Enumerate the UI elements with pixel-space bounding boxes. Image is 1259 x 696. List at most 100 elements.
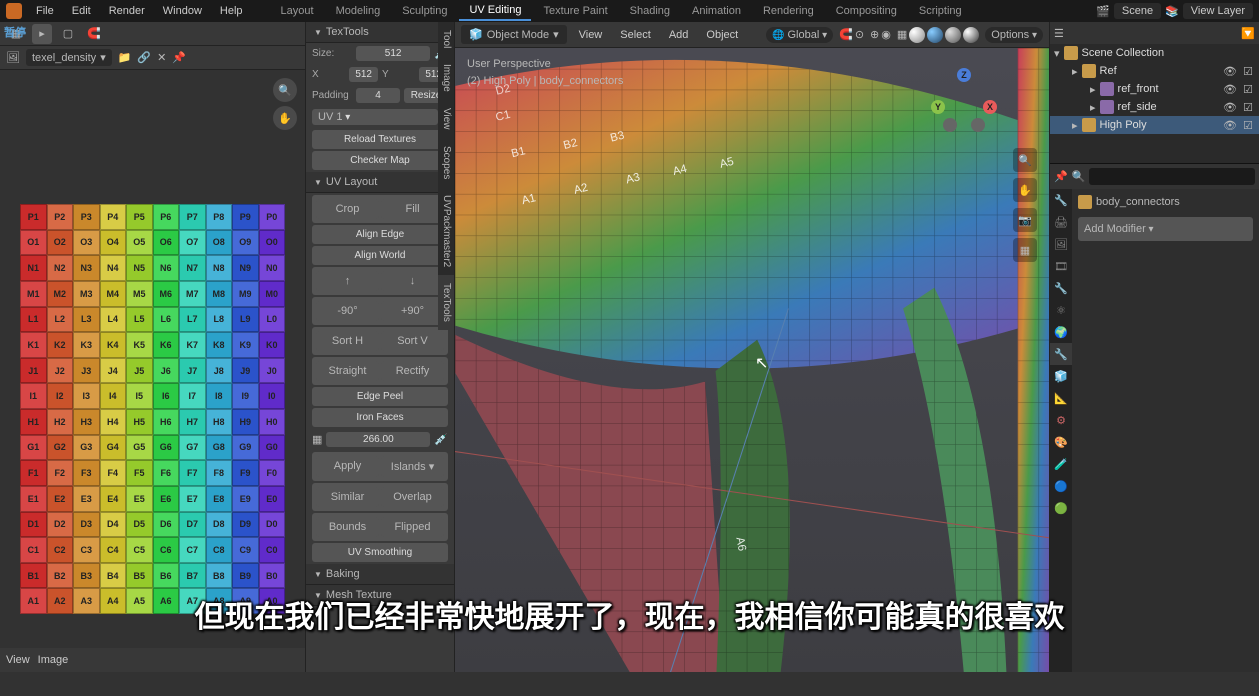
navigation-gizmo[interactable]: Z Y X [929,68,999,138]
visibility-icon[interactable]: 👁 [1223,64,1237,78]
overlays-icon[interactable]: ◉ [881,28,891,41]
crop-button[interactable]: Crop [316,199,379,219]
properties-tab[interactable]: ⚛ [1050,299,1072,321]
reload-textures-button[interactable]: Reload Textures [312,130,448,149]
perspective-icon[interactable]: ▦ [1013,238,1037,262]
menu-render[interactable]: Render [101,2,153,20]
outliner-item[interactable]: ▸ref_front👁☑ [1050,80,1259,98]
checkbox-icon[interactable]: ☑ [1241,100,1255,114]
workspace-tab[interactable]: Scripting [909,2,972,20]
visibility-icon[interactable]: 👁 [1223,100,1237,114]
flipped-button[interactable]: Flipped [381,517,444,537]
axis-z[interactable]: Z [957,68,971,82]
pin-icon[interactable]: 📌 [1054,170,1068,183]
apply-button[interactable]: Apply [316,456,379,477]
menu-help[interactable]: Help [212,2,251,20]
checker-map-button[interactable]: Checker Map [312,151,448,170]
pan-hand-icon[interactable]: ✋ [1013,178,1037,202]
vp-menu-select[interactable]: Select [614,27,657,43]
object-mode-dropdown[interactable]: 🧊 Object Mode ▾ [461,25,567,44]
workspace-tab[interactable]: Shading [620,2,680,20]
search-input[interactable] [1089,168,1255,185]
visibility-icon[interactable]: 👁 [1223,118,1237,132]
properties-tab[interactable]: 📐 [1050,387,1072,409]
uv-viewport[interactable]: 🔍 ✋ P1P2P3P4P5P6P7P8P9P0O1O2O3O4O5O6O7O8… [0,70,305,648]
pin-icon[interactable]: 📌 [172,51,186,64]
rectify-button[interactable]: Rectify [381,361,444,381]
checkbox-icon[interactable]: ☑ [1241,118,1255,132]
uv-menu-image[interactable]: Image [38,654,69,666]
outliner-type-icon[interactable]: ☰ [1054,27,1064,40]
visibility-icon[interactable]: 👁 [1223,82,1237,96]
checkbox-icon[interactable]: ☑ [1241,82,1255,96]
close-icon[interactable]: ✕ [157,51,166,64]
vp-menu-view[interactable]: View [573,27,609,43]
workspace-tab[interactable]: Sculpting [392,2,457,20]
select-box-icon[interactable]: ▢ [58,24,78,44]
properties-tab[interactable]: 🧊 [1050,365,1072,387]
rotate-right-button[interactable]: +90° [381,301,444,321]
sort-h-button[interactable]: Sort H [316,331,379,351]
workspace-tab[interactable]: Layout [271,2,324,20]
image-dropdown[interactable]: texel_density ▾ [26,49,112,66]
properties-tab[interactable]: 🎞 [1050,255,1072,277]
uv-channel-dropdown[interactable]: UV 1 ▾ [312,109,438,125]
menu-edit[interactable]: Edit [64,2,99,20]
side-tab-scopes[interactable]: Scopes [438,138,454,187]
workspace-tab[interactable]: Texture Paint [533,2,617,20]
side-tab-view[interactable]: View [438,100,454,138]
similar-button[interactable]: Similar [316,487,379,507]
cursor-icon[interactable]: ▸ [32,24,52,44]
workspace-tab[interactable]: Compositing [826,2,907,20]
axis-x[interactable]: X [983,100,997,114]
shading-rendered-icon[interactable] [963,27,979,43]
outliner-scene-collection[interactable]: ▾Scene Collection [1050,44,1259,62]
properties-tab[interactable]: 🔧 [1050,277,1072,299]
uv-menu-view[interactable]: View [6,654,30,666]
bounds-button[interactable]: Bounds [316,517,379,537]
iron-faces-button[interactable]: Iron Faces [312,408,448,427]
filter-icon[interactable]: 🔽 [1241,27,1255,40]
overlap-button[interactable]: Overlap [381,487,444,507]
image-icon[interactable]: 🖼 [6,51,20,64]
pan-hand-icon[interactable]: ✋ [273,106,297,130]
xray-icon[interactable]: ▦ [897,28,907,41]
side-tab-uvpackmaster[interactable]: UVPackmaster2 [438,187,454,275]
edge-peel-button[interactable]: Edge Peel [312,387,448,406]
rotate-left-button[interactable]: -90° [316,301,379,321]
menu-file[interactable]: File [28,2,62,20]
islands-dropdown[interactable]: Islands ▾ [381,456,444,477]
uv-layout-header[interactable]: UV Layout [306,172,454,193]
size-input[interactable]: 512 [356,46,430,61]
properties-tab[interactable]: 🧪 [1050,453,1072,475]
zoom-icon[interactable]: 🔍 [1013,148,1037,172]
outliner-item[interactable]: ▸High Poly👁☑ [1050,116,1259,134]
properties-tab[interactable]: 🔧 [1050,343,1072,365]
uv-smoothing-button[interactable]: UV Smoothing [312,543,448,562]
baking-header[interactable]: Baking [306,564,454,585]
browse-icon[interactable]: 📁 [118,51,132,64]
snap-icon[interactable]: 🧲 [84,24,104,44]
x-input[interactable]: 512 [349,67,378,82]
side-tab-tool[interactable]: Tool [438,22,454,56]
transform-orientation[interactable]: 🌐 Global ▾ [766,27,833,43]
side-tab-textools[interactable]: TexTools [438,275,454,330]
axis-neg[interactable] [971,118,985,132]
align-edge-button[interactable]: Align Edge [312,225,448,244]
properties-tab[interactable]: 🖨 [1050,211,1072,233]
padding-input[interactable]: 4 [356,88,400,103]
straight-button[interactable]: Straight [316,361,379,381]
link-icon[interactable]: 🔗 [137,51,151,64]
axis-neg[interactable] [943,118,957,132]
arrow-down-icon[interactable]: ↓ [381,271,444,291]
scene-name[interactable]: Scene [1114,3,1161,19]
properties-tab[interactable]: 🎨 [1050,431,1072,453]
properties-tab[interactable]: ⚙ [1050,409,1072,431]
arrow-up-icon[interactable]: ↑ [316,271,379,291]
outliner-item[interactable]: ▸ref_side👁☑ [1050,98,1259,116]
shading-wireframe-icon[interactable] [909,27,925,43]
proportional-icon[interactable]: ⊙ [855,28,864,41]
fill-button[interactable]: Fill [381,199,444,219]
properties-tab[interactable]: 🔵 [1050,475,1072,497]
vp-menu-object[interactable]: Object [700,27,744,43]
